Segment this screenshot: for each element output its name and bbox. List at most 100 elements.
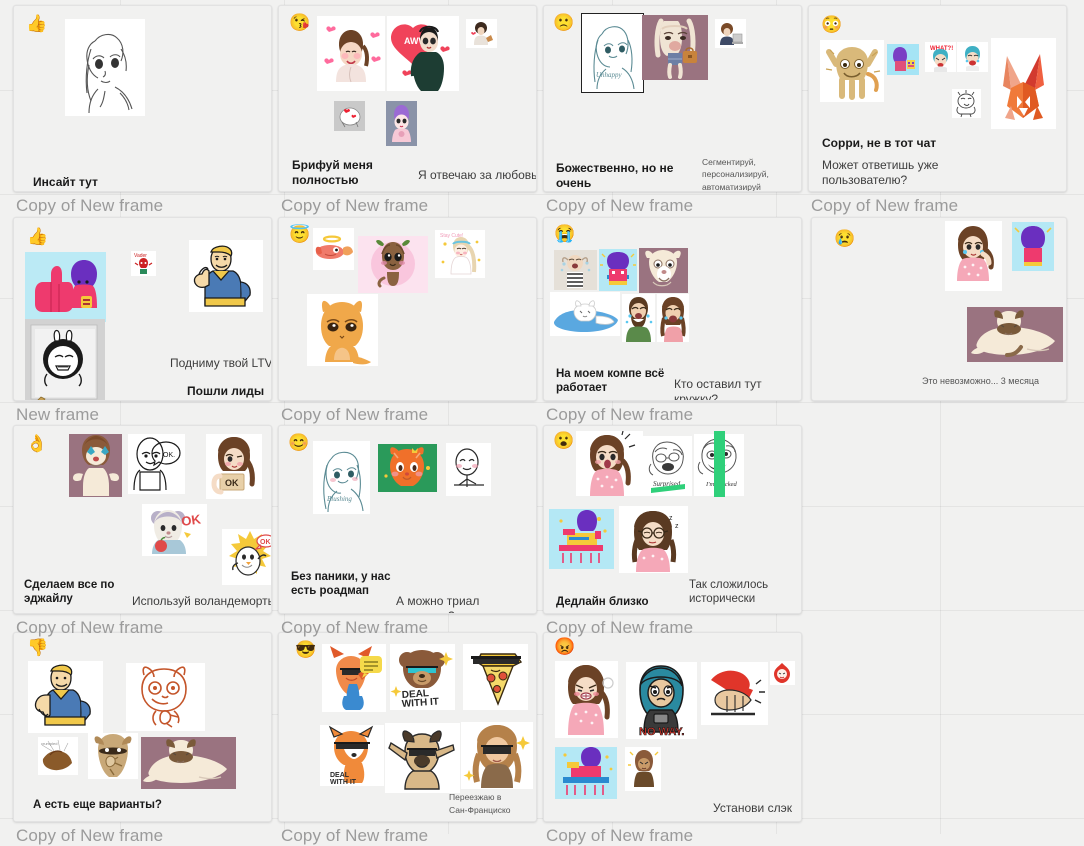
sticker-pixel-party-scene[interactable] [549,509,614,569]
sticker-sad-orange-cat[interactable] [307,294,378,366]
svg-text:Vader: Vader [134,253,147,259]
sticker-one-punch-man-ok[interactable]: OK. [128,434,185,494]
frame-label[interactable]: Copy of New frame [546,405,693,425]
sticker-paper-bunny-sketch[interactable] [25,319,105,400]
sticker-shocked-girl-pink-dress[interactable] [576,431,643,496]
sticker-pizza-slice-sunglasses[interactable] [463,644,528,710]
sticker-tiny-afro-person-2[interactable] [466,19,497,48]
sticker-small-brown-figure[interactable] [625,747,661,791]
sticker-shocked-dog[interactable] [639,248,688,293]
frame-card[interactable]: 👎 crumpled А есть еще варианты? Copy of … [13,632,272,845]
frame-label[interactable]: Copy of New frame [546,196,693,216]
sticker-pixel-purple-crying[interactable] [1012,222,1054,271]
frame-card[interactable]: 😳 WHAT?! Сорри, не в тот чат Может ответ… [808,5,1067,215]
caption-normal: Так сложилось исторически [689,579,769,606]
frame-card[interactable]: 🙁 Unhappy Божественно, но не очень Сегме… [543,5,802,215]
frame-card[interactable]: 👍 Vader Подниму твой LTV Пошли лиды New … [13,217,272,424]
frame-card[interactable]: 😘 AWW Брифуй меня полностью Я отвечаю за… [278,5,537,215]
frame-label[interactable]: Copy of New frame [16,618,163,638]
sticker-penguin-ok-sunburst[interactable]: OK! [222,529,271,585]
sticker-vault-boy-thumbs-down[interactable] [28,661,103,733]
sticker-lying-down-dog[interactable] [967,307,1063,362]
svg-text:OK!: OK! [260,539,271,546]
frame-label[interactable]: Copy of New frame [281,405,428,425]
whiteboard-canvas[interactable]: 👍 Инсайт тут Copy of New frame 😘 AWW Бри… [0,0,1084,845]
sticker-tiny-vader-doodle[interactable]: Vader [131,251,156,276]
sticker-orange-outline-cat-thumbs-down[interactable] [126,663,205,731]
sticker-unhappy-sketch-girl[interactable]: Unhappy [581,13,644,93]
sticker-deal-with-it-bear[interactable]: DEAL WITH IT [390,644,455,710]
sticker-stickman-blushing[interactable] [446,443,491,496]
sticker-yellow-monster-waving[interactable] [820,40,884,102]
svg-text:z: z [675,523,679,530]
sticker-no-way-blue-hair-girl[interactable]: NO WAY. [626,662,697,739]
svg-text:Blushing: Blushing [327,495,352,503]
frame-card[interactable]: 👌 OK. OK OK OK Сделаем все по эджайлу Ис… [13,425,272,637]
sticker-angel-fish[interactable] [313,228,354,270]
sticker-tiny-flame-face[interactable] [770,661,795,685]
sticker-crying-blue-hair-girl[interactable] [957,42,988,72]
frame-label[interactable]: Copy of New frame [546,826,693,846]
sticker-surprised-sketch-2[interactable]: Surprised [643,436,692,496]
sticker-cat-in-puddle-of-tears[interactable] [550,292,620,336]
sticker-purple-pixel-2[interactable] [887,44,919,75]
frame-card[interactable]: 👍 Инсайт тут Copy of New frame [13,5,272,215]
sticker-dabbing-pug[interactable] [385,723,460,793]
sticker-pixel-angry-scene[interactable] [555,747,617,799]
sticker-pink-thumbs-up-character[interactable] [25,252,106,322]
sticker-crying-bearded-man[interactable] [622,294,655,342]
caption-bold: Брифуй меня полностью [292,158,373,187]
sticker-vault-boy-thumbs-up[interactable] [189,240,263,312]
sticker-girl-in-love-hearts[interactable] [317,16,385,91]
sticker-blushing-orange-cat[interactable] [378,444,437,492]
frame-card[interactable]: 😢 Это невозможно... 3 месяца [811,217,1067,401]
sticker-pixel-crying-character[interactable] [599,249,637,291]
caption-normal: Кто оставил тут кружку? [674,377,762,400]
sticker-girl-holding-ok-sign[interactable]: OK [206,434,262,499]
sticker-cool-girl-sunglasses[interactable] [461,722,533,789]
frame-label[interactable]: Copy of New frame [281,618,428,638]
frame-card[interactable]: 😊 Blushing Без паники, у нас есть роадма… [278,425,537,637]
sticker-stay-cute-girl[interactable]: Stay Cute! [435,230,485,278]
sticker-dog-thumbs-down[interactable] [88,733,138,779]
frame-card[interactable]: 😇 Stay Cute! Copy of New frame [278,217,537,424]
sticker-aww-heart-girl[interactable]: AWW [387,16,459,91]
svg-text:NO WAY.: NO WAY. [639,726,684,738]
sticker-origami-fox[interactable] [991,38,1056,129]
sticker-deal-with-it-fox[interactable]: DEAL WITH IT [320,725,384,786]
frame-card[interactable]: 😮 Surprised I'm shocked z z Дедлайн близ… [543,425,802,637]
sticker-baby-groot[interactable] [358,236,428,293]
sticker-sketch-girl-portrait[interactable] [65,19,145,116]
sticker-green-highlighter-stroke[interactable] [714,431,725,497]
sticker-angry-girl-pink-dress[interactable] [555,661,618,738]
sticker-lying-down-dog-thumbs-down[interactable] [141,737,236,789]
frame-label[interactable]: Copy of New frame [16,196,163,216]
frame-label[interactable]: Copy of New frame [811,196,958,216]
sticker-crumpled-paper-doodle[interactable]: crumpled [38,737,78,775]
sticker-purple-hair-chibi[interactable] [386,101,417,146]
frame-label[interactable]: New frame [16,405,99,425]
sticker-star-eyes-dog[interactable] [69,434,122,497]
sticker-cool-fox-with-message[interactable] [322,644,386,712]
svg-text:Unhappy: Unhappy [596,71,623,79]
caption-normal: Переезжаю в Сан-Франциско [449,792,511,815]
frame-label[interactable]: Copy of New frame [16,826,163,846]
frame-label[interactable]: Copy of New frame [281,826,428,846]
frame-card[interactable]: 😭 На моем компе всё работает Кто оставил… [543,217,802,424]
frame-card[interactable]: 😡 NO WAY. Установи слэк Copy of New fram… [543,632,802,845]
sticker-small-sketch-hearts[interactable] [334,101,365,131]
sticker-what-blue-hair-girl[interactable]: WHAT?! [925,42,956,72]
frame-card[interactable]: 😎 DEAL WITH IT DEAL WITH IT Переезжаю в … [278,632,537,845]
sticker-crying-woman[interactable] [657,294,689,342]
sticker-sketch-doodle-2[interactable] [952,89,981,118]
sticker-tired-lady-2[interactable] [642,15,708,80]
frame-label[interactable]: Copy of New frame [546,618,693,638]
sticker-crying-girl-wiping-tear[interactable] [945,221,1002,291]
frame-label[interactable]: Copy of New frame [281,196,428,216]
sticker-person-at-laptop-2[interactable] [715,19,746,48]
sticker-crying-striped-shirt-person[interactable] [554,250,597,290]
sticker-blushing-sketch-girl[interactable]: Blushing [313,441,370,514]
sticker-red-hammer-hitting-hand[interactable] [701,662,768,725]
sticker-sleepy-glasses-girl[interactable]: zz [619,506,688,573]
sticker-mouse-hoodie-ok[interactable]: OK [142,504,207,556]
